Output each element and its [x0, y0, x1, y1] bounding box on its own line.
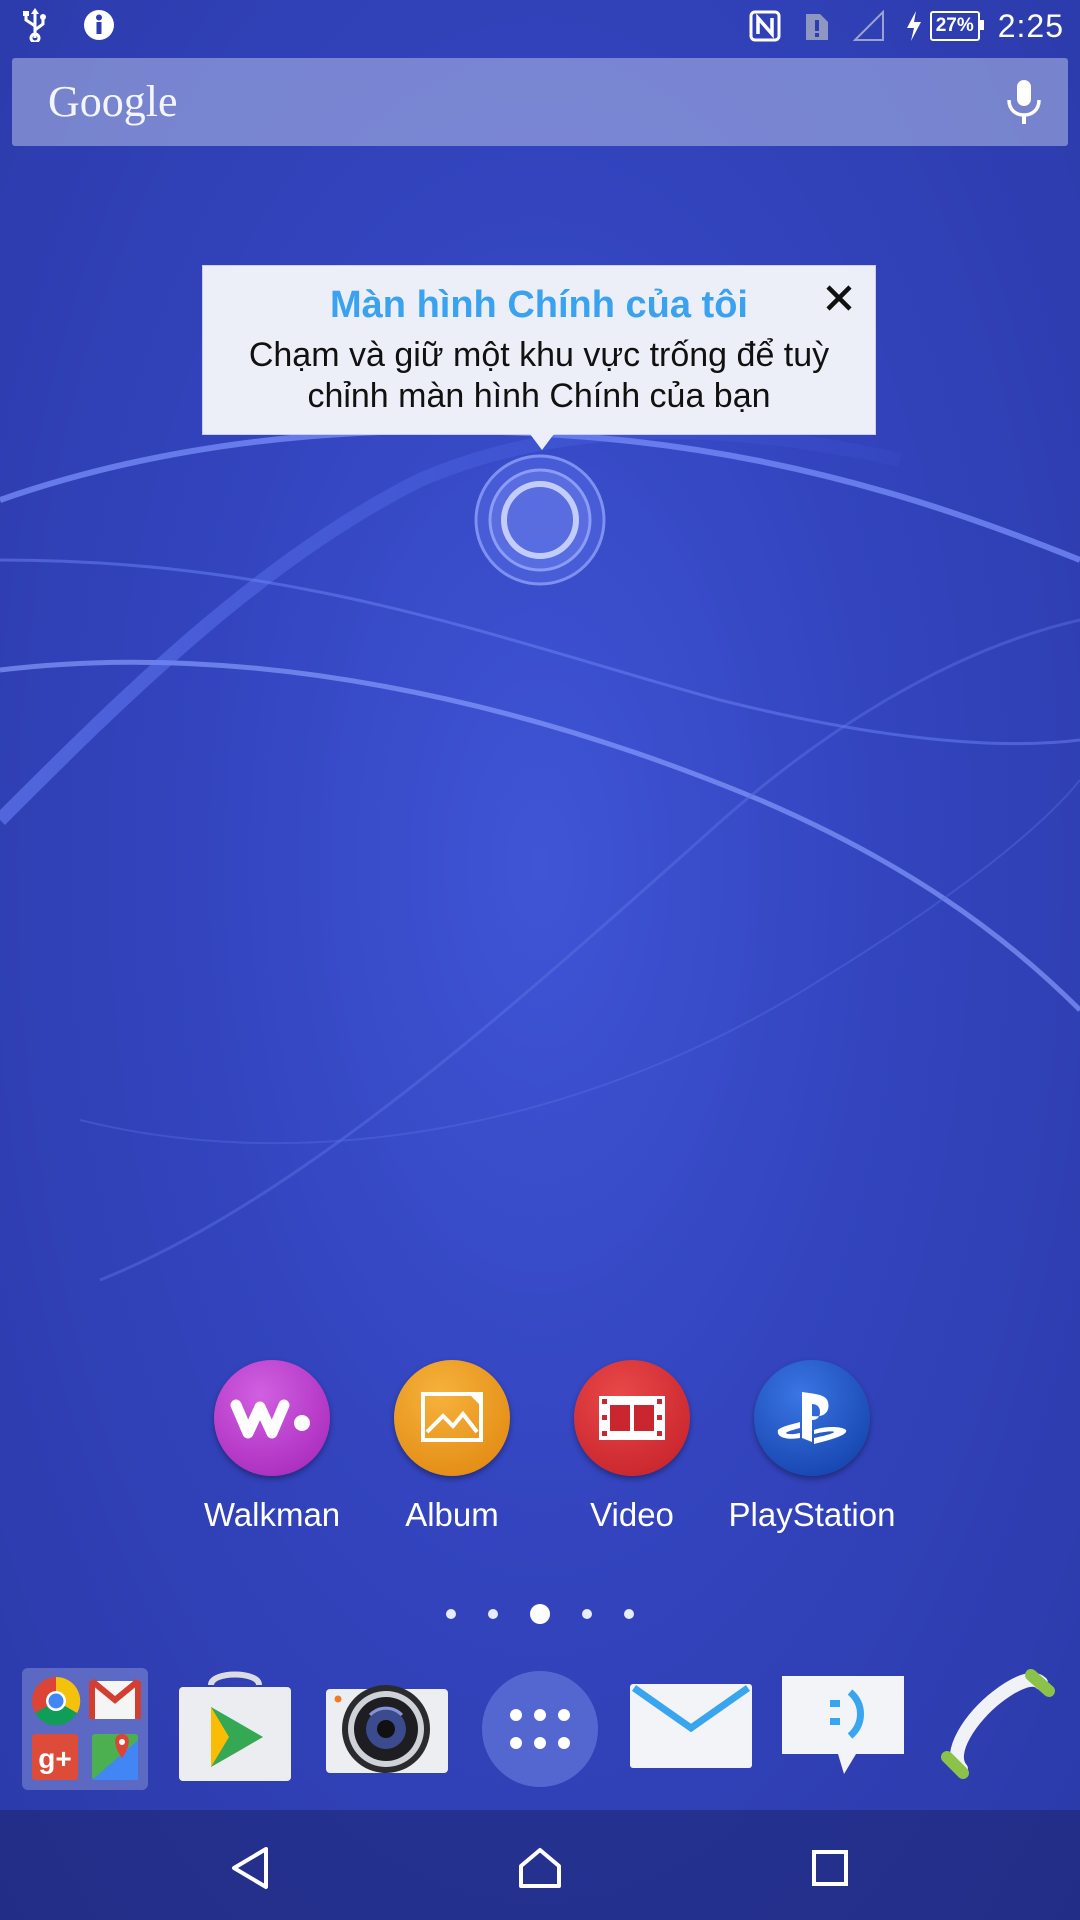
recents-icon[interactable]: [802, 1840, 858, 1896]
touch-hint-ring: [474, 454, 606, 586]
info-icon: [82, 8, 116, 42]
page-dot[interactable]: [582, 1609, 592, 1619]
google-logo: Google: [48, 77, 178, 126]
camera-icon: [324, 1675, 450, 1784]
app-walkman[interactable]: Walkman: [182, 1360, 362, 1534]
camera[interactable]: [322, 1664, 452, 1794]
mic-icon[interactable]: [1000, 78, 1048, 128]
back-icon[interactable]: [222, 1840, 278, 1896]
sim-alert-icon: [800, 9, 834, 43]
page-indicator: [446, 1602, 634, 1626]
signal-icon: [852, 9, 886, 43]
charging-icon: [904, 9, 924, 43]
navigation-bar: [0, 1810, 1080, 1920]
phone[interactable]: [932, 1664, 1062, 1794]
page-dot[interactable]: [624, 1609, 634, 1619]
close-icon[interactable]: [821, 280, 857, 316]
home-screen-tooltip: Màn hình Chính của tôi Chạm và giữ một k…: [202, 265, 876, 450]
home-apps-row: Walkman Album Video PlayStation: [182, 1360, 902, 1534]
battery-percent: 27%: [935, 15, 974, 36]
app-drawer-icon: [482, 1671, 598, 1787]
playstation-icon: [754, 1360, 870, 1476]
folder-icon: g+: [22, 1668, 148, 1790]
messaging-icon: [780, 1674, 906, 1785]
clock: 2:25: [997, 7, 1064, 44]
google-apps-folder[interactable]: g+: [20, 1664, 150, 1794]
battery-indicator: 27%: [929, 11, 984, 41]
page-dot[interactable]: [488, 1609, 498, 1619]
home-icon[interactable]: [512, 1840, 568, 1896]
app-label: PlayStation: [728, 1496, 896, 1533]
nfc-icon: [748, 9, 782, 43]
app-label: Video: [590, 1496, 674, 1533]
status-bar: 27% 2:25: [0, 0, 1080, 52]
email-icon: [628, 1682, 754, 1777]
app-video[interactable]: Video: [542, 1360, 722, 1534]
app-album[interactable]: Album: [362, 1360, 542, 1534]
walkman-icon: [214, 1360, 330, 1476]
dock: g+: [0, 1664, 1080, 1804]
app-label: Album: [405, 1496, 499, 1533]
app-playstation[interactable]: PlayStation: [722, 1360, 902, 1534]
tooltip-body: Chạm và giữ một khu vực trống để tuỳ chỉ…: [248, 336, 830, 415]
video-icon: [574, 1360, 690, 1476]
email[interactable]: [626, 1664, 756, 1794]
google-search-bar[interactable]: Google: [12, 58, 1068, 146]
page-dot-current[interactable]: [530, 1604, 550, 1624]
messaging[interactable]: [778, 1664, 908, 1794]
play-store[interactable]: [170, 1664, 300, 1794]
svg-text:g+: g+: [38, 1743, 71, 1774]
album-icon: [394, 1360, 510, 1476]
app-label: Walkman: [203, 1496, 341, 1533]
usb-icon: [18, 8, 52, 42]
phone-icon: [937, 1667, 1057, 1792]
app-drawer[interactable]: [475, 1664, 605, 1794]
play-store-icon: [173, 1667, 297, 1792]
tooltip-title: Màn hình Chính của tôi: [330, 284, 748, 326]
page-dot[interactable]: [446, 1609, 456, 1619]
